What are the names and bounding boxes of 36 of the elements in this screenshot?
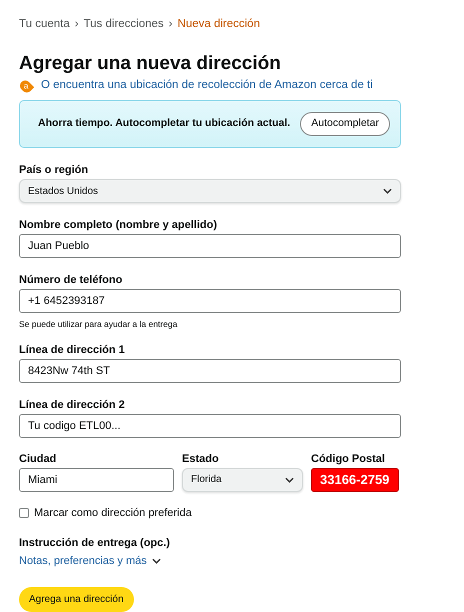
breadcrumb-link[interactable]: Tu cuenta [19, 16, 70, 34]
checkbox-label: Marcar como dirección preferida [34, 506, 192, 521]
input-field[interactable]: Miami [19, 468, 174, 492]
chevron-icon [285, 476, 294, 483]
delivery-label: Instrucción de entrega (opc.) [19, 536, 171, 552]
dropdown-value: Florida [191, 473, 222, 488]
chevron-icon [383, 188, 392, 194]
field-label: Línea de dirección 2 [19, 398, 126, 413]
breadcrumb-link[interactable]: Nueva dirección [178, 16, 260, 34]
input-field[interactable]: 33166-2759 [311, 468, 399, 492]
checkbox[interactable] [19, 508, 29, 518]
chevron-icon [152, 558, 161, 564]
page-title: Agregar una nueva dirección [19, 52, 282, 76]
dropdown[interactable]: Florida [182, 468, 303, 492]
field-label: Línea de dirección 1 [19, 342, 126, 358]
input-field[interactable]: Juan Pueblo [19, 234, 401, 258]
delivery-notes-link[interactable]: Notas, preferencias y más [19, 552, 147, 570]
breadcrumb-separator: › [74, 17, 79, 32]
breadcrumb-separator: › [168, 17, 173, 32]
field-label: Número de teléfono [19, 273, 124, 288]
input-field[interactable]: +1 6452393187 [19, 289, 401, 313]
dropdown[interactable]: Estados Unidos [19, 179, 401, 203]
field-label: Ciudad [19, 452, 58, 467]
add-address-button[interactable]: Agrega una dirección [19, 587, 134, 612]
autocomplete-button[interactable]: Autocompletar [300, 112, 390, 136]
field-hint: Se puede utilizar para ayudar a la entrega [19, 318, 178, 331]
dropdown-value: Estados Unidos [28, 184, 98, 198]
breadcrumb-link[interactable]: Tus direcciones [84, 16, 164, 34]
banner-text: Ahorra tiempo. Autocompletar tu ubicación actual. [38, 116, 290, 132]
input-field[interactable]: Tu codigo ETL00... [19, 414, 401, 438]
field-label: País o región [19, 163, 90, 178]
pickup-location-link[interactable]: O encuentra una ubicación de recolección de Amazon cerca de ti [41, 77, 373, 95]
input-field[interactable]: 8423Nw 74th ST [19, 358, 401, 383]
field-label: Estado [182, 452, 220, 467]
field-label: Nombre completo (nombre y apellido) [19, 218, 218, 233]
field-label: Código Postal [311, 452, 386, 467]
